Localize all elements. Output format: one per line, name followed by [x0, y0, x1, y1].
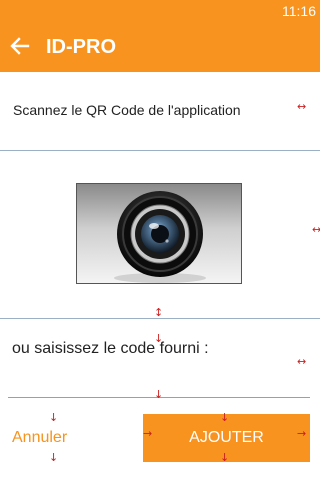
code-entry-label: ou saisissez le code fourni : [12, 340, 209, 357]
page-title: ID-PRO [46, 36, 116, 58]
status-bar: 11:16 [0, 0, 320, 24]
debug-arrow: ↓ [220, 411, 230, 424]
status-time: 11:16 [282, 3, 316, 19]
debug-arrow: ↕ [154, 306, 164, 319]
debug-arrow: ↓ [154, 332, 164, 345]
debug-arrow: ↔ [312, 223, 320, 236]
debug-arrow: ↓ [49, 451, 59, 464]
scan-instruction: Scannez le QR Code de l'application [13, 102, 241, 118]
scan-qr-camera-button[interactable] [76, 183, 242, 284]
debug-arrow: ↓ [154, 388, 164, 401]
debug-arrow: ↓ [220, 451, 230, 464]
arrow-left-icon [10, 36, 30, 61]
debug-arrow: → [143, 427, 153, 440]
debug-arrow: → [297, 427, 307, 440]
camera-lens-icon [77, 191, 241, 283]
divider [0, 150, 320, 151]
back-button[interactable] [2, 30, 38, 66]
debug-arrow: ↔ [297, 355, 307, 368]
cancel-button[interactable]: Annuler [12, 428, 67, 448]
debug-arrow: ↓ [49, 411, 59, 424]
app-bar: ID-PRO [0, 24, 320, 72]
debug-arrow: ↔ [297, 100, 307, 113]
